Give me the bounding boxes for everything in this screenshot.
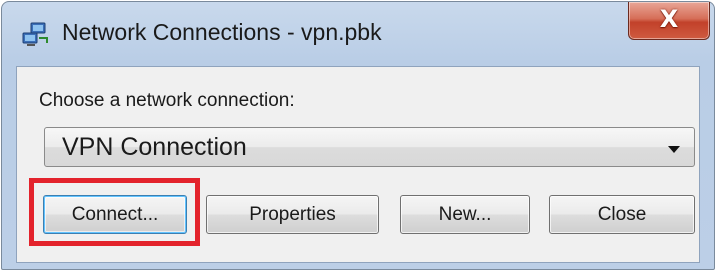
network-connections-icon [22, 22, 50, 48]
network-connections-window: Network Connections - vpn.pbk X Choose a… [1, 1, 715, 270]
window-title: Network Connections - vpn.pbk [62, 19, 382, 45]
close-button[interactable]: Close [549, 195, 695, 234]
connection-select-value: VPN Connection [62, 133, 247, 161]
window-close-button[interactable]: X [628, 2, 710, 40]
properties-button[interactable]: Properties [206, 195, 379, 234]
dialog-body: Choose a network connection: VPN Connect… [16, 66, 700, 263]
choose-connection-label: Choose a network connection: [39, 90, 295, 111]
title-bar[interactable]: Network Connections - vpn.pbk X [2, 2, 714, 58]
chevron-down-icon[interactable] [668, 146, 680, 153]
connection-select[interactable]: VPN Connection [44, 127, 695, 167]
connect-button[interactable]: Connect... [43, 195, 187, 234]
new-button[interactable]: New... [400, 195, 530, 234]
close-icon: X [659, 5, 679, 33]
